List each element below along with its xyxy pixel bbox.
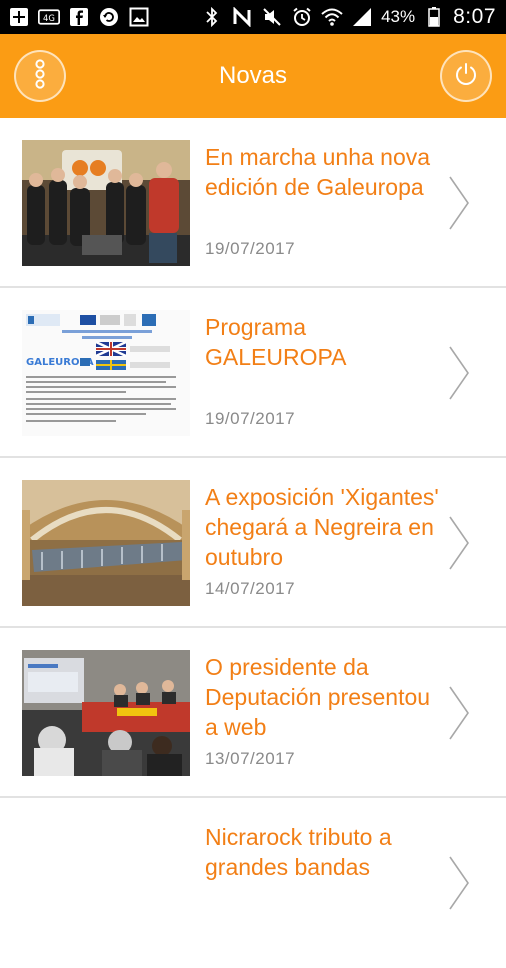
facebook-icon [68,7,90,27]
alarm-icon [291,7,313,27]
news-item[interactable]: A exposición 'Xigantes' chegará a Negrei… [0,458,506,628]
mute-icon [261,7,283,27]
news-thumbnail [22,650,190,776]
news-title: En marcha unha nova edición de Galeuropa [205,144,431,200]
clock: 8:07 [453,5,496,28]
news-date: 19/07/2017 [205,409,296,428]
signal-icon [351,7,373,27]
news-thumbnail: GALEUROPA [22,310,190,436]
data-saver-icon: 4G [38,7,60,27]
news-title: Nicrarock tributo a grandes bandas [205,824,392,880]
news-item[interactable]: O presidente da Deputación presentou a w… [0,628,506,798]
image-icon [128,7,150,27]
news-item[interactable]: Nicrarock tributo a grandes bandas [0,798,506,968]
more-vert-icon [31,59,49,93]
news-list: En marcha unha nova edición de Galeuropa… [0,118,506,968]
news-thumbnail [22,480,190,606]
chevron-right-icon [448,685,470,741]
add-box-icon [8,7,30,27]
nfc-icon [231,7,253,27]
status-bar: 4G 43% 8:07 [0,0,506,34]
chevron-right-icon [448,345,470,401]
news-date: 14/07/2017 [205,579,296,598]
chevron-right-icon [448,855,470,911]
app-bar: Novas [0,34,506,118]
menu-button[interactable] [14,50,66,102]
news-date: 19/07/2017 [205,239,296,258]
chevron-right-icon [448,175,470,231]
chevron-right-icon [448,515,470,571]
reload-icon [98,7,120,27]
news-title: A exposición 'Xigantes' chegará a Negrei… [205,484,439,570]
battery-percent: 43% [381,7,416,26]
news-date: 13/07/2017 [205,749,296,768]
power-icon [453,61,479,91]
news-item[interactable]: GALEUROPA Programa GALEUROPA 19/07/2017 [0,288,506,458]
news-thumbnail [22,140,190,266]
news-item[interactable]: En marcha unha nova edición de Galeuropa… [0,118,506,288]
bluetooth-icon [201,7,223,27]
power-button[interactable] [440,50,492,102]
wifi-icon [321,7,343,27]
page-title: Novas [218,62,288,89]
news-title: Programa GALEUROPA [205,314,347,370]
news-title: O presidente da Deputación presentou a w… [205,654,431,740]
svg-text:4G: 4G [43,13,55,23]
battery-icon [423,7,445,27]
